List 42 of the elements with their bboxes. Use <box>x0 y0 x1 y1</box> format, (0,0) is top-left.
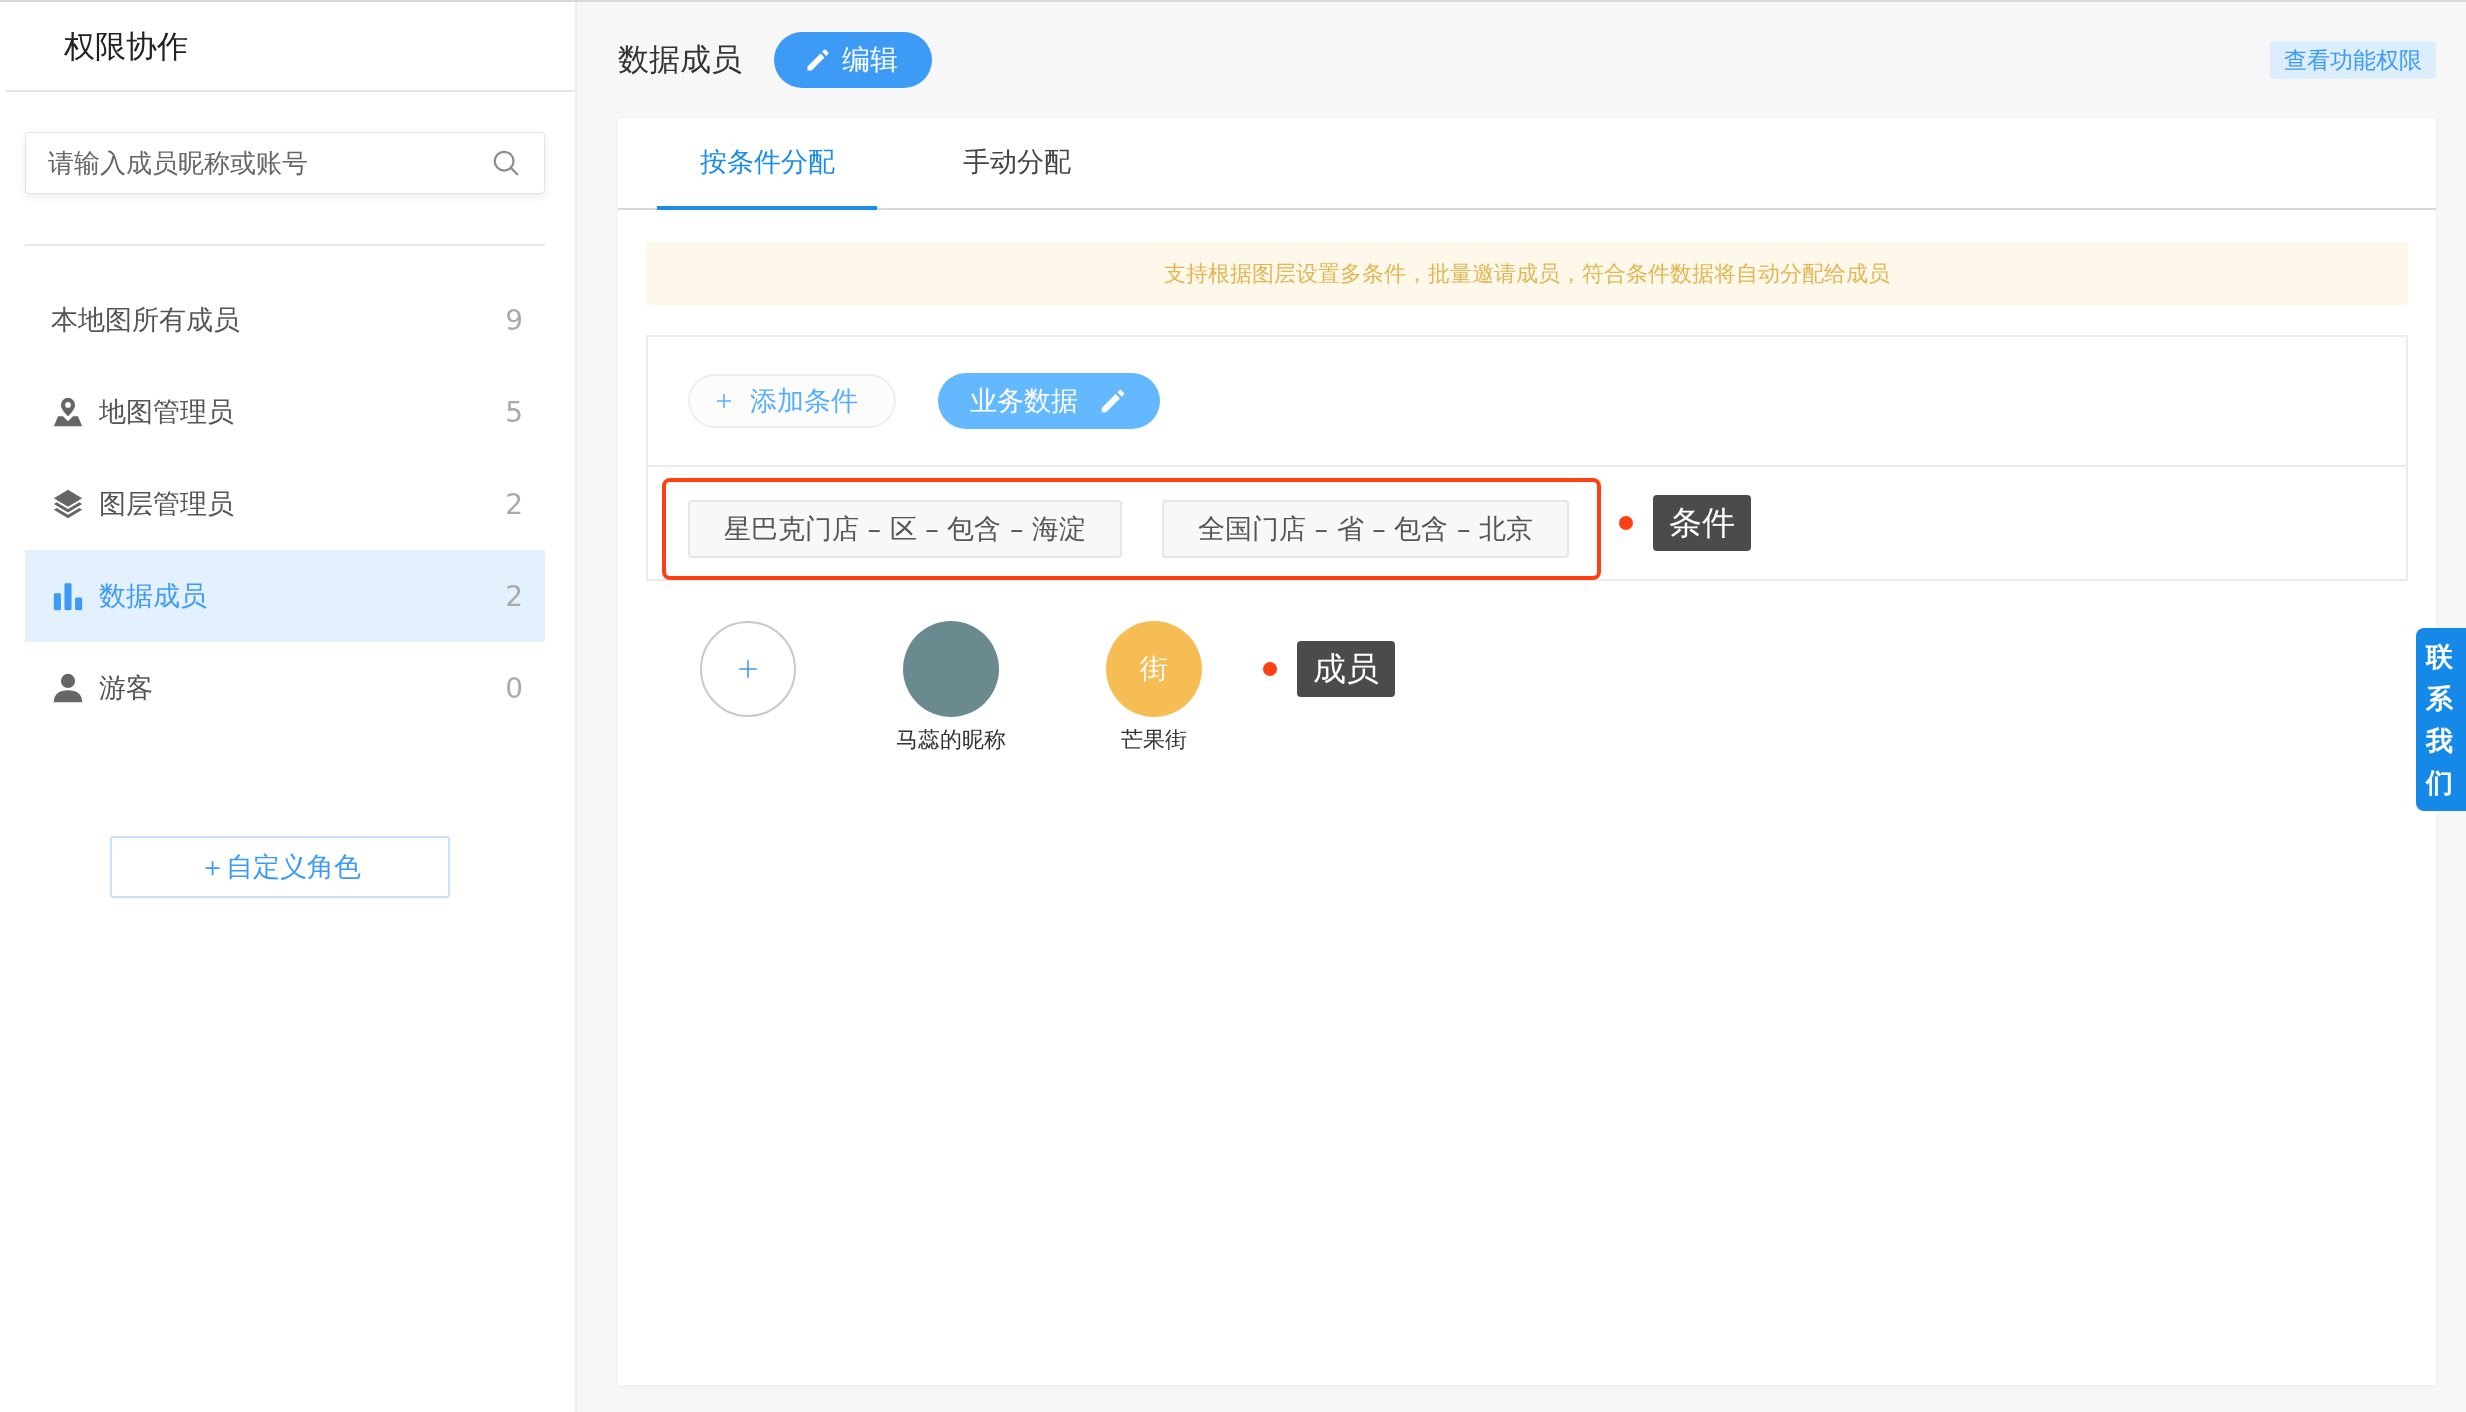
search-field[interactable]: 请输入成员昵称或账号 <box>25 132 545 194</box>
map-pin-person-icon <box>51 395 85 429</box>
member-count: 2 <box>505 487 523 521</box>
person-icon <box>51 671 85 705</box>
plus-icon <box>736 658 759 680</box>
sidebar-item[interactable]: 游客 0 <box>25 642 545 734</box>
sidebar-item[interactable]: 本地图所有成员 9 <box>25 274 545 366</box>
sidebar-title: 权限协作 <box>6 2 575 92</box>
member-count: 5 <box>505 395 523 429</box>
search-icon[interactable] <box>491 148 521 178</box>
notice-banner: 支持根据图层设置多条件，批量邀请成员，符合条件数据将自动分配给成员 <box>646 242 2408 305</box>
annotation-label: 成员 <box>1297 641 1395 697</box>
sidebar-item[interactable]: 图层管理员 2 <box>25 458 545 550</box>
annotation-label: 条件 <box>1653 495 1751 551</box>
annotation-dot <box>1263 662 1277 676</box>
condition-tag[interactable]: 全国门店 – 省 – 包含 – 北京 <box>1162 500 1569 558</box>
sidebar-item[interactable]: 数据成员 2 <box>25 550 545 642</box>
annotation-dot <box>1619 516 1633 530</box>
sidebar-item[interactable]: 地图管理员 5 <box>25 366 545 458</box>
plus-icon <box>714 391 734 411</box>
member-count: 0 <box>505 671 523 705</box>
business-data-button[interactable]: 业务数据 <box>938 373 1160 429</box>
avatar: 街 <box>1105 621 1202 717</box>
custom-role-button[interactable]: ＋自定义角色 <box>110 836 450 898</box>
contact-us-tab[interactable]: 联系我们 <box>2416 628 2466 812</box>
sidebar-item-label: 本地图所有成员 <box>51 303 241 337</box>
sidebar-item-label: 地图管理员 <box>99 395 235 429</box>
condition-tag[interactable]: 星巴克门店 – 区 – 包含 – 海淀 <box>688 500 1122 558</box>
member-count: 2 <box>505 579 523 613</box>
page-title: 数据成员 <box>618 40 742 79</box>
member-name: 马蕊的昵称 <box>895 726 1006 754</box>
add-condition-button[interactable]: 添加条件 <box>688 374 896 428</box>
sidebar-item-label: 游客 <box>99 671 154 705</box>
tab[interactable]: 手动分配 <box>907 118 1127 210</box>
sidebar-item-label: 数据成员 <box>99 579 208 613</box>
view-permissions-button[interactable]: 查看功能权限 <box>2270 41 2436 79</box>
tab[interactable]: 按条件分配 <box>657 118 877 210</box>
sidebar-item-label: 图层管理员 <box>99 487 235 521</box>
member-count: 9 <box>505 303 523 337</box>
member-name: 芒果街 <box>1120 726 1187 754</box>
layers-icon <box>51 487 85 521</box>
edit-button[interactable]: 编辑 <box>774 32 932 88</box>
